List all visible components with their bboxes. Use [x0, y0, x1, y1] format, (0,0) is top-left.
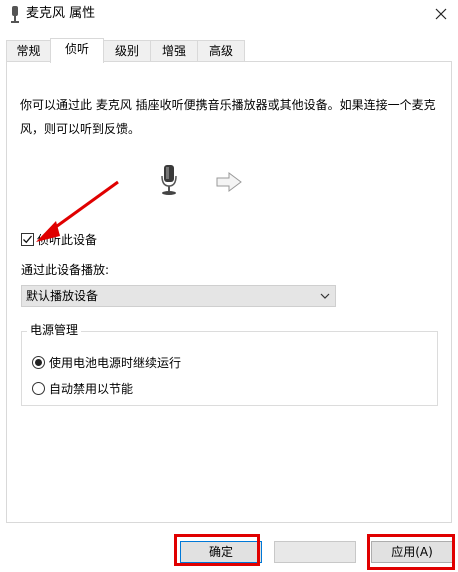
tab-enhancements[interactable]: 增强	[150, 40, 198, 62]
power-management-title: 电源管理	[27, 322, 82, 338]
title-bar: 麦克风 属性	[0, 0, 458, 30]
listen-checkbox[interactable]	[21, 232, 34, 246]
tab-label: 增强	[161, 44, 186, 58]
cancel-button[interactable]	[274, 541, 356, 563]
tab-label: 常规	[16, 44, 41, 58]
radio-label: 使用电池电源时继续运行	[49, 355, 182, 370]
listen-description: 你可以通过此 麦克风 插座收听便携音乐播放器或其他设备。如果连接一个麦克风，则可…	[20, 98, 436, 136]
microphone-icon	[11, 6, 19, 23]
microphone-device-icon	[161, 165, 177, 195]
tab-label: 级别	[114, 44, 139, 58]
tab-label: 侦听	[64, 42, 89, 56]
radio-button[interactable]	[32, 381, 45, 395]
playback-device-value: 默认播放设备	[26, 289, 99, 303]
close-button[interactable]	[424, 0, 458, 28]
tab-advanced[interactable]: 高级	[197, 40, 245, 62]
playback-device-select[interactable]: 默认播放设备	[21, 285, 336, 307]
radio-battery-continue[interactable]: 使用电池电源时继续运行	[32, 353, 181, 371]
checkmark-icon	[23, 235, 33, 243]
chevron-down-icon	[320, 293, 330, 299]
listen-checkbox-row[interactable]: 侦听此设备	[21, 230, 97, 248]
ok-button[interactable]: 确定	[180, 541, 262, 563]
radio-button[interactable]	[32, 355, 45, 369]
radio-auto-disable[interactable]: 自动禁用以节能	[32, 379, 133, 397]
tab-listen[interactable]: 侦听	[50, 38, 104, 63]
close-icon	[435, 8, 447, 20]
apply-button[interactable]: 应用(A)	[371, 541, 453, 563]
radio-label: 自动禁用以节能	[49, 381, 134, 396]
tab-general[interactable]: 常规	[6, 40, 51, 62]
listen-checkbox-label: 侦听此设备	[37, 232, 98, 247]
window-title: 麦克风 属性	[26, 6, 96, 21]
arrow-right-icon	[216, 172, 242, 192]
tab-levels[interactable]: 级别	[103, 40, 151, 62]
tab-label: 高级	[208, 44, 233, 58]
playback-label: 通过此设备播放:	[21, 263, 110, 277]
